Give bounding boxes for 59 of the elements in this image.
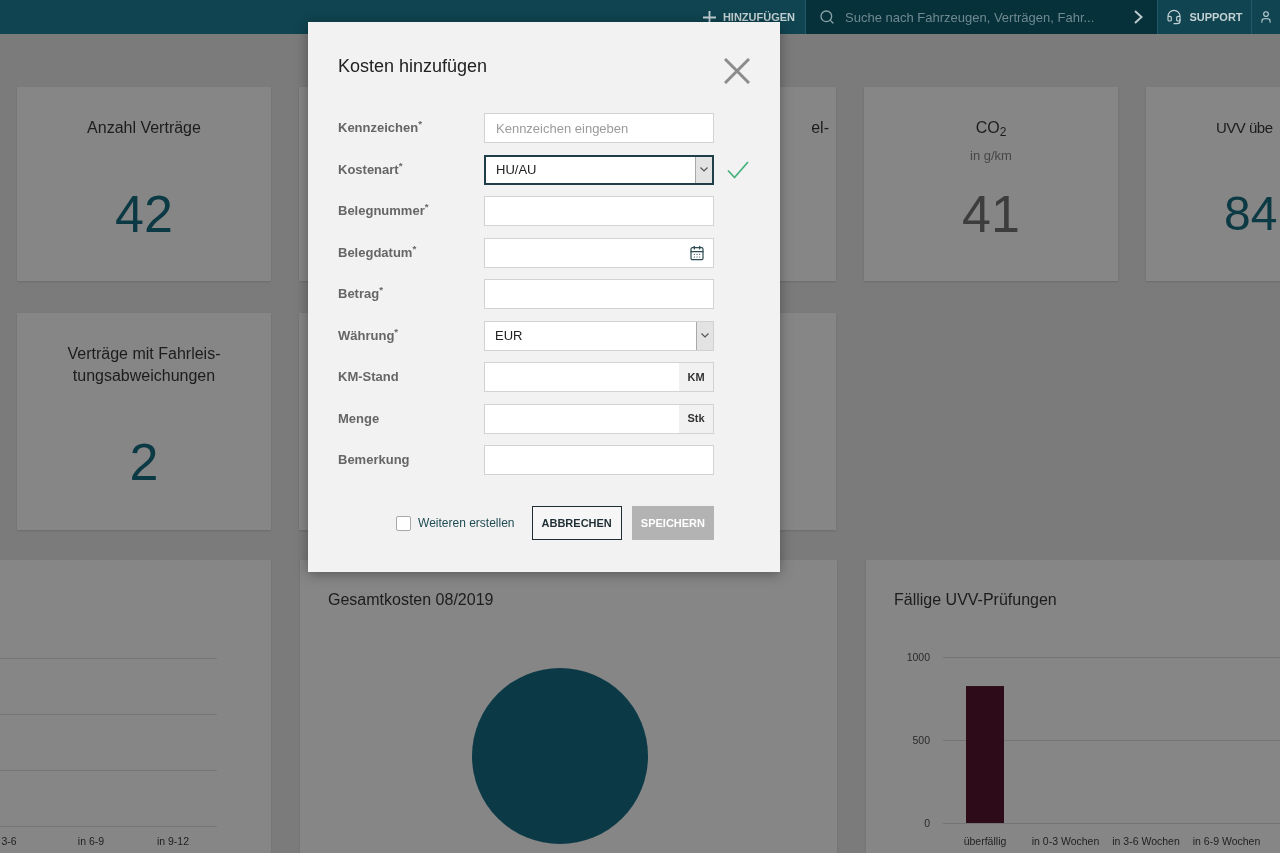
chart-title: Fällige UVV-Prüfungen <box>894 590 1057 610</box>
card-subtitle: in g/km <box>970 148 1012 164</box>
unit-label: KM <box>679 363 713 391</box>
unit-label: Stk <box>679 404 713 433</box>
metric-value: 42 <box>115 188 173 240</box>
x-axis-label: überfällig <box>963 835 1007 847</box>
select-field[interactable]: HU/AU <box>484 154 714 185</box>
chevron-down-icon <box>696 321 713 350</box>
input-field[interactable]: Stk <box>484 403 714 434</box>
headset-icon <box>1166 9 1183 25</box>
card-title: UVV übe <box>1216 118 1273 138</box>
checkbox-label[interactable]: Weiteren erstellen <box>418 514 515 532</box>
card-title: el- <box>811 118 829 138</box>
search-box[interactable]: Suche nach Fahrzeugen, Verträgen, Fahr... <box>805 0 1157 34</box>
field-label: Menge <box>338 409 380 428</box>
date-field[interactable] <box>484 237 714 268</box>
card-title: Verträge mit Fahrleis-tungsabweichungen <box>66 344 222 386</box>
field-label: Betrag$^{*}$ <box>338 284 383 304</box>
field-label: Belegnummer$^{*}$ <box>338 201 429 221</box>
y-tick-label: 500 <box>912 734 930 746</box>
field-label: Belegdatum$^{*}$ <box>338 242 417 262</box>
metric-value: 84 <box>1224 188 1278 240</box>
input-field[interactable]: KM <box>484 362 714 392</box>
x-axis-label: 3-6 <box>1 834 17 848</box>
input-field[interactable]: Kennzeichen eingeben <box>484 113 714 143</box>
chart-title: Gesamtkosten 08/2019 <box>328 590 494 610</box>
chevron-down-icon <box>695 156 712 183</box>
y-tick-label: 1000 <box>906 651 930 663</box>
plus-icon <box>702 10 716 24</box>
field-label: Kostenart$^{*}$ <box>338 159 403 179</box>
select-field[interactable]: EUR <box>484 320 714 351</box>
close-icon <box>724 58 750 84</box>
add-button[interactable]: HINZUFÜGEN <box>696 0 805 34</box>
x-axis-label: in 6-9 <box>77 834 105 848</box>
metric-value: 41 <box>962 188 1020 240</box>
card-title: CO$_{2}$ <box>975 118 1007 139</box>
user-icon <box>1259 10 1273 24</box>
search-icon <box>819 9 835 25</box>
input-field[interactable] <box>484 196 714 226</box>
field-label: Bemerkung <box>338 451 410 470</box>
search-field[interactable]: Suche nach Fahrzeugen, Verträgen, Fahr... <box>845 6 1128 28</box>
x-axis-label: in 6-9 Wochen <box>1192 835 1261 847</box>
input-field[interactable] <box>484 445 714 475</box>
dialog-title: Kosten hinzufügen <box>338 55 488 78</box>
x-axis-label: in 3-6 Wochen <box>1112 835 1180 847</box>
input-field[interactable] <box>484 279 714 309</box>
cancel-button[interactable]: ABBRECHEN <box>531 506 622 540</box>
chevron-right-icon[interactable] <box>1134 10 1143 24</box>
x-axis-label: in 0-3 Wochen <box>1031 835 1100 847</box>
field-label: Kennzeichen$^{*}$ <box>338 118 422 138</box>
card-title: Anzahl Verträge <box>87 118 201 138</box>
close-button[interactable] <box>724 58 750 84</box>
y-tick-label: 0 <box>924 817 930 829</box>
x-axis-label: in 9-12 <box>156 834 190 848</box>
field-label: KM-Stand <box>338 368 399 387</box>
calendar-icon[interactable] <box>689 244 705 261</box>
metric-value: 2 <box>129 436 159 488</box>
field-label: Währung$^{*}$ <box>338 325 399 345</box>
checkbox[interactable] <box>396 515 412 531</box>
